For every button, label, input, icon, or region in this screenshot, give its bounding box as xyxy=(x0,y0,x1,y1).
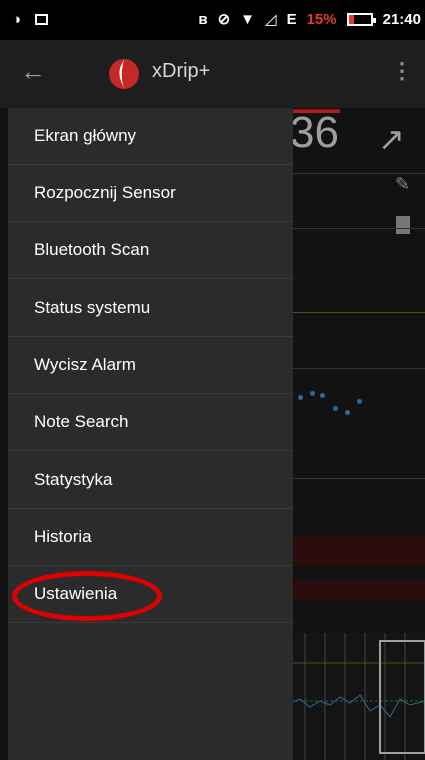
mute-icon: ⊘ xyxy=(217,11,231,28)
battery-percent: 15% xyxy=(306,10,337,28)
drawer-item-label: Bluetooth Scan xyxy=(34,240,150,259)
drawer-item-start-sensor[interactable]: Rozpocznij Sensor xyxy=(8,165,293,222)
glucose-point xyxy=(357,399,362,404)
glucose-point xyxy=(310,391,315,396)
drawer-item-statistics[interactable]: Statystyka xyxy=(8,452,293,509)
glucose-point xyxy=(333,406,338,411)
status-bar: ◑ ʙ ⊘ ▼ ◿ E 15% 21:40 xyxy=(0,0,425,40)
drawer-item-history[interactable]: Historia xyxy=(8,509,293,566)
highlight-ellipse xyxy=(12,571,162,621)
screen: ◑ ʙ ⊘ ▼ ◿ E 15% 21:40 ← xDrip+ ⋮ ▬▬▬▬ 36… xyxy=(0,0,425,760)
back-arrow-icon[interactable]: ← xyxy=(20,56,46,87)
image-icon xyxy=(35,14,49,25)
drawer-item-label: Status systemu xyxy=(34,298,151,317)
xdrip-logo-icon xyxy=(109,59,139,89)
drawer-item-home[interactable]: Ekran główny xyxy=(8,108,293,165)
chart-gridline xyxy=(290,228,425,229)
app-title: xDrip+ xyxy=(152,60,211,82)
wifi-icon: ▼ xyxy=(240,10,256,28)
drawer-item-note-search[interactable]: Note Search xyxy=(8,394,293,451)
glucose-value: 36 xyxy=(290,108,339,157)
drawer-item-label: Historia xyxy=(34,527,92,546)
low-range-band xyxy=(290,580,425,600)
chart-gridline xyxy=(290,368,425,369)
half-moon-icon: ◑ xyxy=(12,11,22,28)
drawer-item-bluetooth-scan[interactable]: Bluetooth Scan xyxy=(8,222,293,279)
overflow-menu-icon[interactable]: ⋮ xyxy=(391,58,413,84)
drawer-item-label: Wycisz Alarm xyxy=(34,355,136,374)
add-note-icon[interactable] xyxy=(396,216,410,234)
clock: 21:40 xyxy=(382,10,421,28)
mini-overview-chart[interactable] xyxy=(289,633,425,760)
app-bar: ← xDrip+ ⋮ xyxy=(0,40,425,108)
signal-icon: ◿ xyxy=(265,11,277,28)
glucose-point xyxy=(320,393,325,398)
glucose-point xyxy=(298,395,303,400)
drawer-item-label: Statystyka xyxy=(34,470,113,489)
high-threshold-line xyxy=(290,312,425,313)
navigation-drawer: Ekran główny Rozpocznij Sensor Bluetooth… xyxy=(8,108,293,760)
low-range-band xyxy=(290,536,425,566)
drawer-item-label: Ekran główny xyxy=(34,126,137,145)
divider xyxy=(290,173,425,174)
trend-arrow: ↗ xyxy=(378,121,405,157)
drawer-item-label: Note Search xyxy=(34,412,129,431)
network-type: E xyxy=(286,10,297,28)
battery-icon xyxy=(346,12,376,26)
drawer-item-label: Rozpocznij Sensor xyxy=(34,183,176,202)
bluetooth-icon: ʙ xyxy=(198,10,208,28)
pencil-icon[interactable]: ✎ xyxy=(395,174,410,195)
chart-gridline xyxy=(290,478,425,479)
glucose-point xyxy=(345,410,350,415)
drawer-item-system-status[interactable]: Status systemu xyxy=(8,280,293,337)
drawer-item-snooze-alarm[interactable]: Wycisz Alarm xyxy=(8,337,293,394)
